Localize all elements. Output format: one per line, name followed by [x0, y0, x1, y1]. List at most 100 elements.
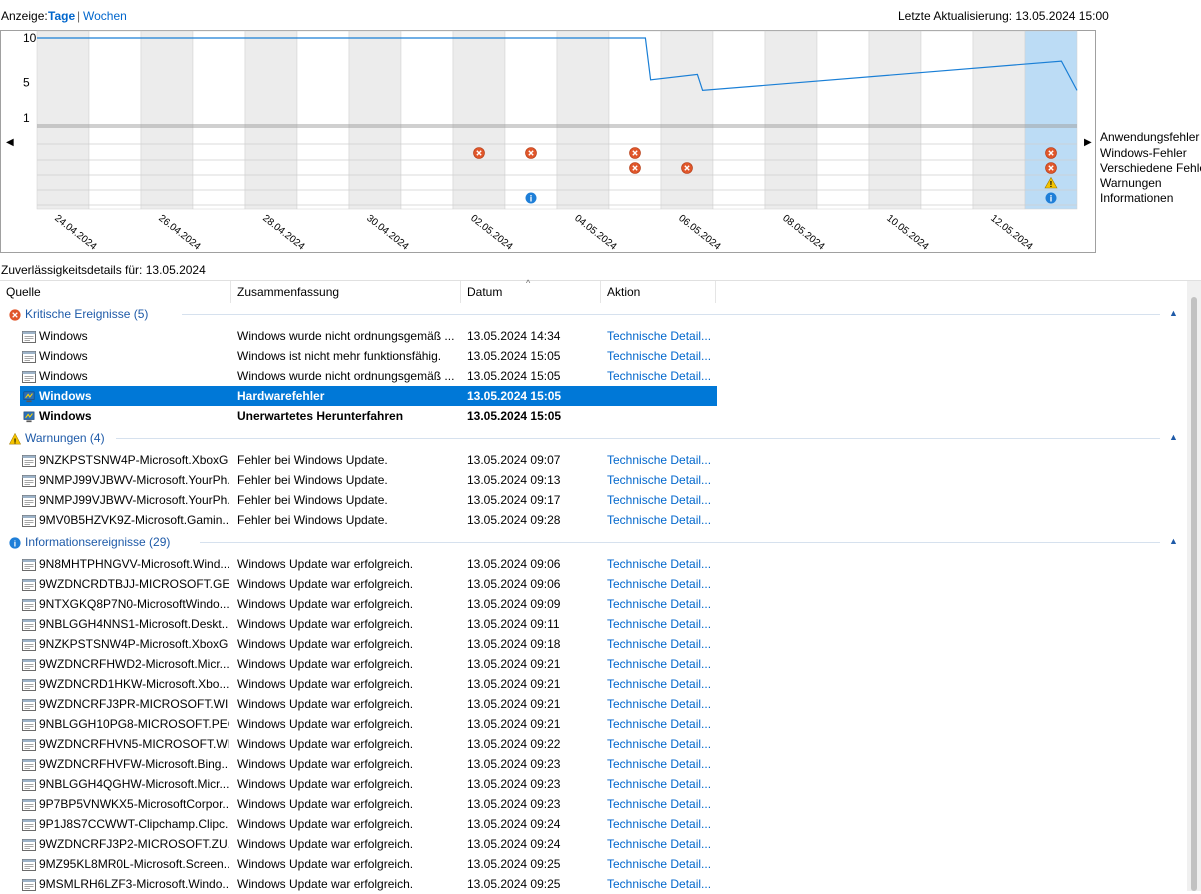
day-column[interactable]	[816, 30, 870, 210]
technical-details-link[interactable]: Technische Detail...	[607, 694, 717, 714]
day-column[interactable]	[88, 30, 142, 210]
view-days-link[interactable]: Tage	[48, 9, 75, 23]
table-row[interactable]: 9WZDNCRFHVN5-MICROSOFT.WI... Windows Upda…	[20, 734, 717, 754]
technical-details-link[interactable]: Technische Detail...	[607, 814, 717, 834]
table-row[interactable]: 9NZKPSTSNW4P-Microsoft.XboxG... Windows U…	[20, 634, 717, 654]
column-header-source[interactable]: Quelle	[0, 281, 231, 303]
technical-details-link[interactable]: Technische Detail...	[607, 366, 717, 386]
table-row[interactable]: 9N8MHTPHNGVV-Microsoft.Wind... Windows Up…	[20, 554, 717, 574]
table-row[interactable]: 9WZDNCRFHVFW-Microsoft.Bing... Windows Up…	[20, 754, 717, 774]
info-icon[interactable]: i	[525, 192, 537, 204]
error-icon[interactable]	[629, 162, 641, 174]
cell-summary: Windows Update war erfolgreich.	[237, 617, 414, 631]
day-column[interactable]	[712, 30, 766, 210]
table-row[interactable]: 9NMPJ99VJBWV-Microsoft.YourPh... Fehler b…	[20, 490, 717, 510]
day-column[interactable]	[660, 30, 714, 210]
day-column[interactable]	[868, 30, 922, 210]
table-row[interactable]: 9WZDNCRFHWD2-Microsoft.Micr... Windows Up…	[20, 654, 717, 674]
day-column[interactable]	[36, 30, 90, 210]
error-icon[interactable]	[681, 162, 693, 174]
svg-text:!: !	[14, 436, 17, 445]
technical-details-link[interactable]: Technische Detail...	[607, 754, 717, 774]
cell-date: 13.05.2024 09:13	[467, 473, 561, 487]
technical-details-link[interactable]: Technische Detail...	[607, 674, 717, 694]
table-row[interactable]: 9WZDNCRFJ3PR-MICROSOFT.WI... Windows Upda…	[20, 694, 717, 714]
column-header-date[interactable]: Datum	[461, 281, 601, 303]
technical-details-link[interactable]: Technische Detail...	[607, 834, 717, 854]
event-icon	[22, 857, 39, 871]
day-column[interactable]	[192, 30, 246, 210]
day-column[interactable]	[140, 30, 194, 210]
table-row[interactable]: Windows Windows ist nicht mehr funktionsf…	[20, 346, 717, 366]
group-header[interactable]: i Informationsereignisse (29)	[8, 533, 170, 551]
collapse-chevron-icon[interactable]: ▲	[1169, 432, 1178, 442]
table-row[interactable]: 9NTXGKQ8P7N0-MicrosoftWindo... Windows Up…	[20, 594, 717, 614]
svg-text:i: i	[1050, 194, 1053, 204]
cell-date: 13.05.2024 09:25	[467, 857, 561, 871]
view-weeks-link[interactable]: Wochen	[83, 9, 127, 23]
chart-scroll-left-arrow[interactable]: ◀	[6, 137, 14, 148]
table-row[interactable]: Windows Windows wurde nicht ordnungsgemäß…	[20, 366, 717, 386]
collapse-chevron-icon[interactable]: ▲	[1169, 308, 1178, 318]
day-column[interactable]	[296, 30, 350, 210]
technical-details-link[interactable]: Technische Detail...	[607, 854, 717, 874]
table-row[interactable]: 9P1J8S7CCWWT-Clipchamp.Clipc... Windows U…	[20, 814, 717, 834]
column-header-action[interactable]: Aktion	[601, 281, 716, 303]
day-column[interactable]	[504, 30, 558, 210]
technical-details-link[interactable]: Technische Detail...	[607, 554, 717, 574]
technical-details-link[interactable]: Technische Detail...	[607, 470, 717, 490]
table-row[interactable]: 9MV0B5HZVK9Z-Microsoft.Gamin... Fehler be…	[20, 510, 717, 530]
table-row[interactable]: 9WZDNCRDTBJJ-MICROSOFT.GET... Windows Upd…	[20, 574, 717, 594]
day-column[interactable]	[608, 30, 662, 210]
day-column[interactable]	[972, 30, 1026, 210]
table-row[interactable]: 9WZDNCRD1HKW-Microsoft.Xbo... Windows Upd…	[20, 674, 717, 694]
table-row[interactable]: 9MSMLRH6LZF3-Microsoft.Windo... Windows U…	[20, 874, 717, 894]
collapse-chevron-icon[interactable]: ▲	[1169, 536, 1178, 546]
technical-details-link[interactable]: Technische Detail...	[607, 654, 717, 674]
technical-details-link[interactable]: Technische Detail...	[607, 774, 717, 794]
info-icon[interactable]: i	[1045, 192, 1057, 204]
technical-details-link[interactable]: Technische Detail...	[607, 874, 717, 894]
table-row[interactable]: Windows Hardwarefehler 13.05.2024 15:05	[20, 386, 717, 406]
day-column[interactable]	[764, 30, 818, 210]
error-icon[interactable]	[1045, 147, 1057, 159]
group-header[interactable]: Kritische Ereignisse (5)	[8, 305, 148, 323]
error-icon[interactable]	[1045, 162, 1057, 174]
error-icon[interactable]	[629, 147, 641, 159]
table-row[interactable]: 9MZ95KL8MR0L-Microsoft.Screen... Windows …	[20, 854, 717, 874]
technical-details-link[interactable]: Technische Detail...	[607, 734, 717, 754]
technical-details-link[interactable]: Technische Detail...	[607, 450, 717, 470]
technical-details-link[interactable]: Technische Detail...	[607, 594, 717, 614]
technical-details-link[interactable]: Technische Detail...	[607, 614, 717, 634]
technical-details-link[interactable]: Technische Detail...	[607, 326, 717, 346]
table-row[interactable]: 9NMPJ99VJBWV-Microsoft.YourPh... Fehler b…	[20, 470, 717, 490]
day-column[interactable]	[244, 30, 298, 210]
table-row[interactable]: 9P7BP5VNWKX5-MicrosoftCorpor... Windows U…	[20, 794, 717, 814]
technical-details-link[interactable]: Technische Detail...	[607, 714, 717, 734]
technical-details-link[interactable]: Technische Detail...	[607, 634, 717, 654]
error-icon[interactable]	[525, 147, 537, 159]
scrollbar-thumb[interactable]	[1191, 297, 1197, 891]
day-column[interactable]	[400, 30, 454, 210]
cell-date: 13.05.2024 09:21	[467, 657, 561, 671]
table-row[interactable]: 9NBLGGH4QGHW-Microsoft.Micr... Windows Up…	[20, 774, 717, 794]
day-column[interactable]	[920, 30, 974, 210]
technical-details-link[interactable]: Technische Detail...	[607, 346, 717, 366]
table-row[interactable]: 9NBLGGH4NNS1-Microsoft.Deskt... Windows U…	[20, 614, 717, 634]
table-row[interactable]: Windows Windows wurde nicht ordnungsgemäß…	[20, 326, 717, 346]
technical-details-link[interactable]: Technische Detail...	[607, 794, 717, 814]
technical-details-link[interactable]: Technische Detail...	[607, 490, 717, 510]
group-header[interactable]: ! Warnungen (4)	[8, 429, 105, 447]
table-row[interactable]: 9NZKPSTSNW4P-Microsoft.XboxG... Fehler be…	[20, 450, 717, 470]
table-row[interactable]: Windows Unerwartetes Herunterfahren 13.05.…	[20, 406, 717, 426]
day-column[interactable]	[452, 30, 506, 210]
technical-details-link[interactable]: Technische Detail...	[607, 510, 717, 530]
table-row[interactable]: 9NBLGGH10PG8-MICROSOFT.PEO... Windows Upd…	[20, 714, 717, 734]
technical-details-link[interactable]: Technische Detail...	[607, 574, 717, 594]
error-icon[interactable]	[473, 147, 485, 159]
day-column[interactable]	[348, 30, 402, 210]
day-column[interactable]	[556, 30, 610, 210]
column-header-summary[interactable]: Zusammenfassung	[231, 281, 461, 303]
table-row[interactable]: 9WZDNCRFJ3P2-MICROSOFT.ZU... Windows Upda…	[20, 834, 717, 854]
chart-scroll-right-arrow[interactable]: ▶	[1084, 137, 1092, 148]
